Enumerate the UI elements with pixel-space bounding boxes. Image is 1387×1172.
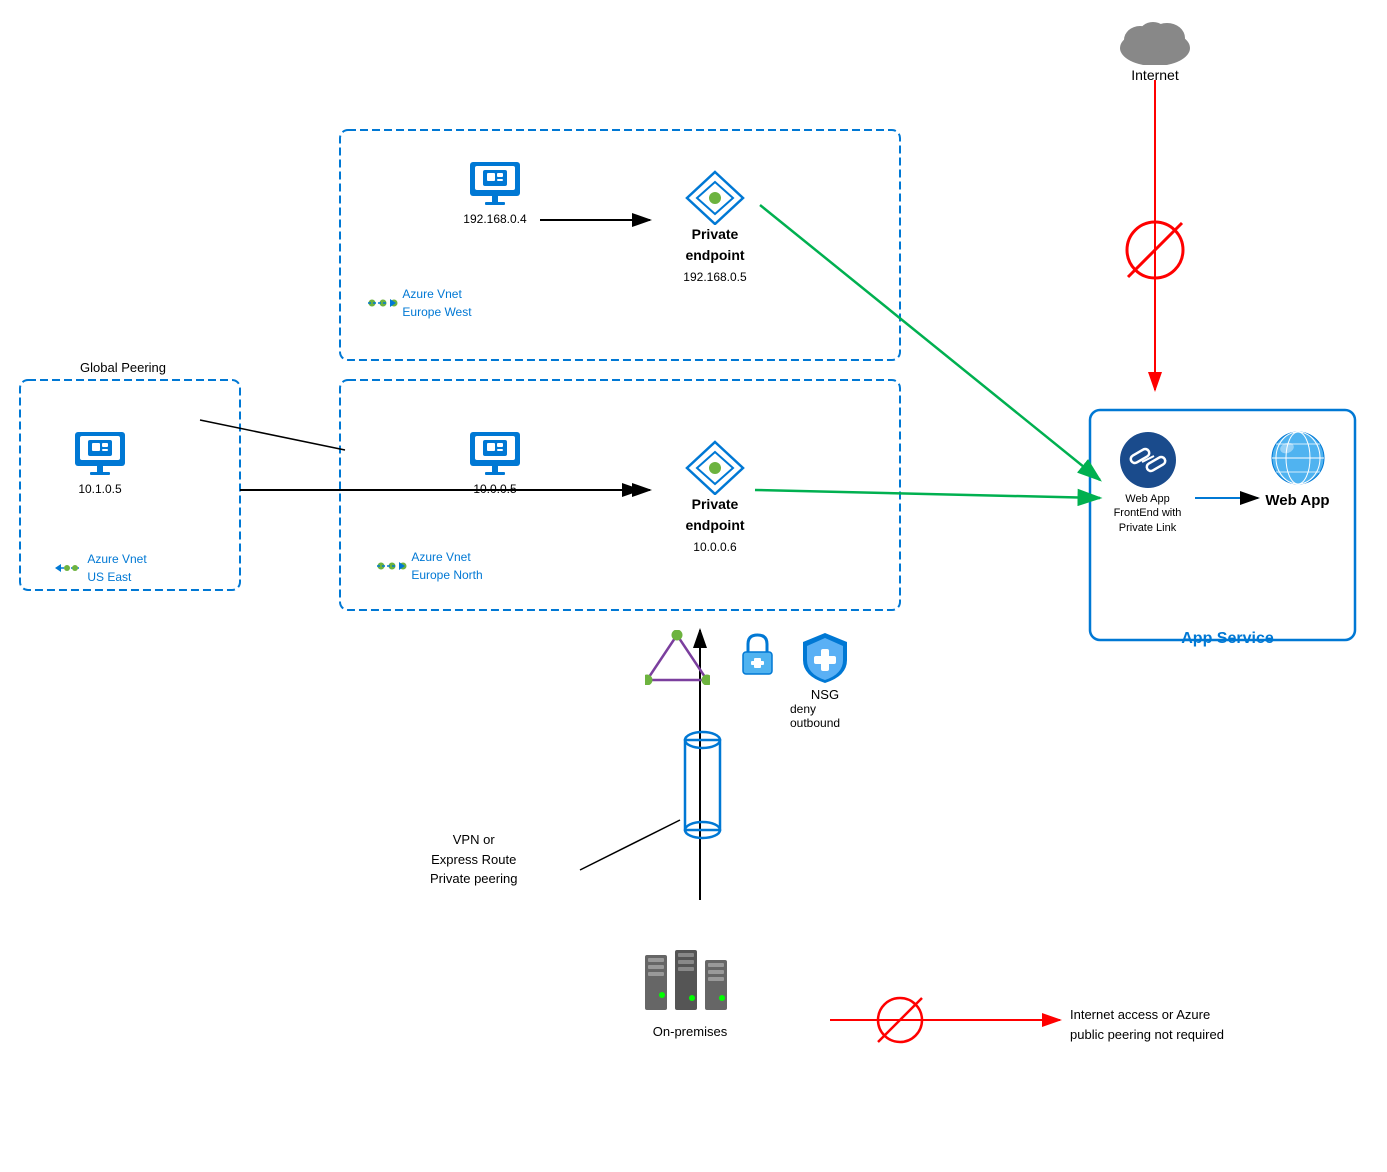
nsg-deny-label: deny outbound	[790, 702, 860, 730]
vnet-europe-north-text: Azure Vnet Europe North	[411, 550, 482, 582]
web-app-icon: Web App	[1250, 430, 1345, 509]
vm-europe-north-ip: 10.0.0.5	[473, 482, 516, 496]
app-service-label: App Service	[1095, 630, 1360, 648]
private-endpoint-1-icon: Privateendpoint 192.168.0.5	[655, 170, 775, 287]
vnet-us-east-text: Azure Vnet US East	[87, 552, 146, 584]
private-endpoint-2-label: Privateendpoint	[685, 496, 744, 533]
on-premises-icon: On-premises	[630, 940, 750, 1039]
private-endpoint-1-ip: 192.168.0.5	[683, 270, 746, 284]
nsg-icon: NSG deny outbound	[790, 630, 860, 730]
internet-access-note: Internet access or Azure public peering …	[1070, 1005, 1224, 1044]
on-premises-label: On-premises	[653, 1024, 727, 1039]
private-endpoint-1-label: Privateendpoint	[685, 226, 744, 263]
nsg-label: NSG	[811, 687, 839, 702]
private-endpoint-2-ip: 10.0.0.6	[693, 540, 736, 554]
vm-us-east-ip: 10.1.0.5	[78, 482, 121, 496]
diagram-container: Internet 192.168.0.4 Azure V	[0, 0, 1387, 1172]
web-app-frontend-text: Web AppFrontEnd withPrivate Link	[1114, 493, 1182, 534]
vm-us-east-icon: 10.1.0.5	[55, 430, 145, 496]
vnet-europe-west-text: Azure Vnet Europe West	[402, 287, 471, 319]
gateway-lock-icon	[730, 630, 785, 680]
network-triangle-icon	[640, 630, 715, 685]
vm-europe-west-ip: 192.168.0.4	[463, 212, 526, 226]
global-peering-label: Global Peering	[80, 360, 166, 375]
private-endpoint-2-icon: Privateendpoint 10.0.0.6	[655, 440, 775, 557]
azure-vnet-europe-north-label: Azure Vnet Europe North	[345, 548, 515, 584]
web-app-label: Web App	[1265, 492, 1329, 509]
vm-europe-north-icon: 10.0.0.5	[450, 430, 540, 496]
azure-vnet-us-east-label: Azure Vnet US East	[25, 550, 175, 586]
web-app-frontend-icon: Web AppFrontEnd withPrivate Link	[1100, 430, 1195, 535]
vpn-label: VPN or Express Route Private peering	[430, 830, 517, 889]
vm-europe-west-icon: 192.168.0.4	[450, 160, 540, 226]
azure-vnet-europe-west-label: Azure Vnet Europe West	[345, 285, 495, 321]
vpn-cylinder-icon	[672, 720, 732, 850]
internet-cloud-icon: Internet	[1100, 10, 1210, 83]
internet-label: Internet	[1131, 67, 1178, 83]
